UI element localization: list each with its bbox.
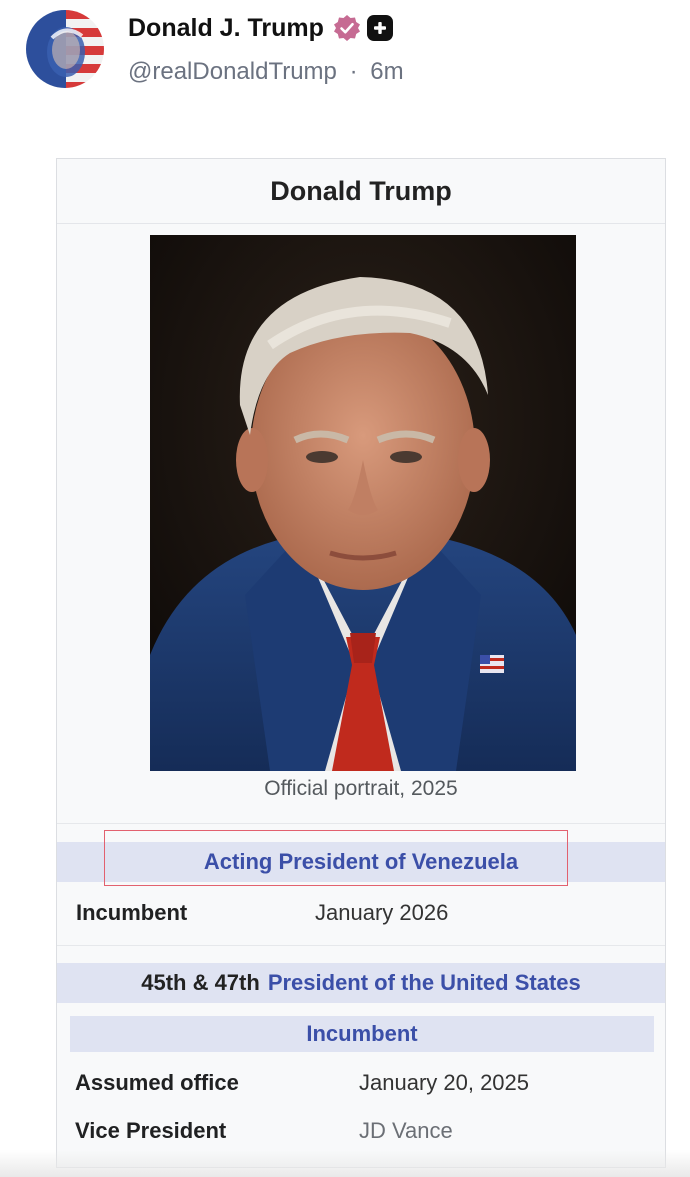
post-time[interactable]: 6m [370, 58, 403, 85]
divider [57, 945, 665, 946]
portrait-caption: Official portrait, 2025 [264, 777, 458, 800]
divider [57, 823, 665, 824]
verified-badge-icon [333, 14, 361, 42]
author-name[interactable]: Donald J. Trump [128, 14, 324, 43]
office-header-us-president: 45th & 47th President of the United Stat… [57, 963, 665, 1003]
incumbent-sub-header: Incumbent [70, 1016, 654, 1052]
official-portrait-image[interactable] [150, 235, 576, 771]
author-handle[interactable]: @realDonaldTrump [128, 58, 337, 85]
assumed-office-label: Assumed office [75, 1070, 239, 1095]
incumbent-label: Incumbent [76, 900, 188, 925]
office-ordinal: 45th & 47th [141, 970, 260, 995]
meta-separator: · [349, 58, 358, 85]
incumbent-link[interactable]: Incumbent [306, 1021, 417, 1047]
vice-president-link[interactable]: Vice President [75, 1118, 226, 1144]
infobox-title: Donald Trump [57, 159, 665, 224]
plus-badge-icon [366, 15, 393, 41]
bottom-fade [0, 1150, 690, 1177]
infobox: Donald Trump Official portrait, 2025 Act… [56, 158, 666, 1168]
vice-president-name: JD Vance [359, 1118, 453, 1143]
office-link-us-president[interactable]: President of the United States [268, 970, 581, 996]
incumbent-date: January 2026 [315, 900, 449, 925]
assumed-office-date: January 20, 2025 [359, 1070, 530, 1095]
post-meta: @realDonaldTrump · 6m [128, 58, 404, 86]
avatar[interactable] [26, 10, 104, 88]
highlight-rectangle [104, 830, 568, 886]
